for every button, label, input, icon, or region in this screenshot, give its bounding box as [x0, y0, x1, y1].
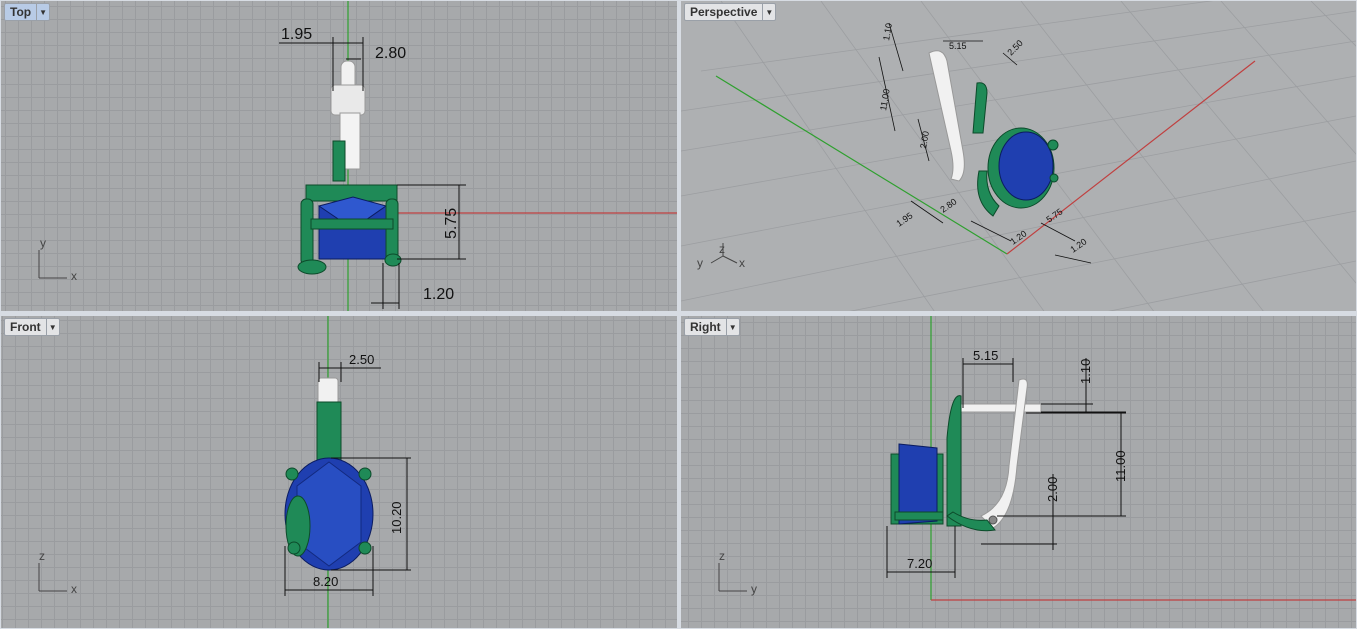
dim-label: 5.15	[949, 41, 967, 51]
prong-bead	[287, 541, 301, 555]
axis-label: z	[39, 549, 45, 563]
axis-label: x	[71, 582, 77, 596]
hook	[928, 50, 965, 182]
dim-label: 1.10	[1078, 359, 1093, 384]
axis-label: z	[719, 242, 725, 256]
dim-label: 1.95	[894, 210, 914, 228]
stone	[998, 131, 1054, 201]
axis-label: y	[40, 236, 46, 250]
gallery-rail	[894, 511, 944, 521]
dim-label: 1.95	[281, 26, 312, 43]
hook-curve	[980, 378, 1028, 529]
dim-label: 7.20	[907, 556, 932, 571]
viewport-menu-dropdown-icon[interactable]: ▼	[762, 4, 775, 20]
bail	[316, 401, 342, 465]
dim-label: 5.15	[973, 348, 998, 363]
perspective-grid: 5.15 2.50 1.10 11.00 2.00 1.95 2.80 1.20…	[681, 1, 1356, 311]
hook-bar	[955, 403, 1042, 413]
dim-label: 11.00	[1113, 450, 1128, 482]
dim-label: 2.00	[1045, 477, 1060, 502]
prong-bead	[1047, 139, 1059, 151]
bail	[972, 82, 988, 134]
dim-label: 2.80	[375, 45, 406, 62]
axis-label: x	[71, 269, 77, 283]
viewport-front[interactable]: Front ▼ 2.50 10.20 8.20 x z	[1, 316, 677, 628]
dim-label: 1.10	[881, 22, 894, 41]
front-scene: 2.50 10.20 8.20 x z	[38, 316, 411, 628]
dim-label: 2.00	[918, 130, 931, 149]
dim-label: 8.20	[313, 574, 338, 589]
dim-label: 1.20	[1008, 228, 1028, 246]
dim-label: 2.80	[938, 196, 958, 214]
dim-label: 10.20	[389, 501, 404, 534]
viewport-top[interactable]: Top ▼ 1.95 2.80 5.75 1.20 x y	[1, 1, 677, 311]
top-scene: 1.95 2.80 5.75 1.20 x y	[38, 1, 677, 311]
dim-label: 2.50	[1005, 38, 1024, 57]
axis-label: z	[719, 549, 725, 563]
prong-bead	[358, 467, 372, 481]
hinge-pin	[988, 515, 998, 525]
dim-label: 2.50	[349, 352, 374, 367]
prong-bead	[1049, 173, 1059, 183]
hook-body	[330, 84, 366, 116]
viewport-tab-perspective[interactable]: Perspective ▼	[684, 3, 777, 21]
dim-label: 5.75	[443, 208, 460, 239]
prong-left	[300, 198, 314, 266]
gallery-rail	[310, 218, 394, 230]
axis-label: y	[697, 256, 703, 270]
right-scene: 5.15 1.10 11.00 2.00 7.20 y z	[718, 316, 1356, 601]
dim-label: 1.20	[423, 286, 454, 303]
viewport-right[interactable]: Right ▼ 5.15 1.10 11.00 2.00 7.20 y z	[681, 316, 1356, 628]
bail	[946, 395, 962, 527]
prong-bead	[285, 467, 299, 481]
prong-tip-left	[297, 259, 327, 275]
axis-label: x	[739, 256, 745, 270]
bail	[332, 140, 346, 182]
hook-top	[317, 377, 339, 405]
viewport-perspective[interactable]: 5.15 2.50 1.10 11.00 2.00 1.95 2.80 1.20…	[681, 1, 1356, 311]
prong-bead	[358, 541, 372, 555]
axis-label: y	[751, 582, 757, 596]
viewport-title: Perspective	[690, 5, 758, 19]
